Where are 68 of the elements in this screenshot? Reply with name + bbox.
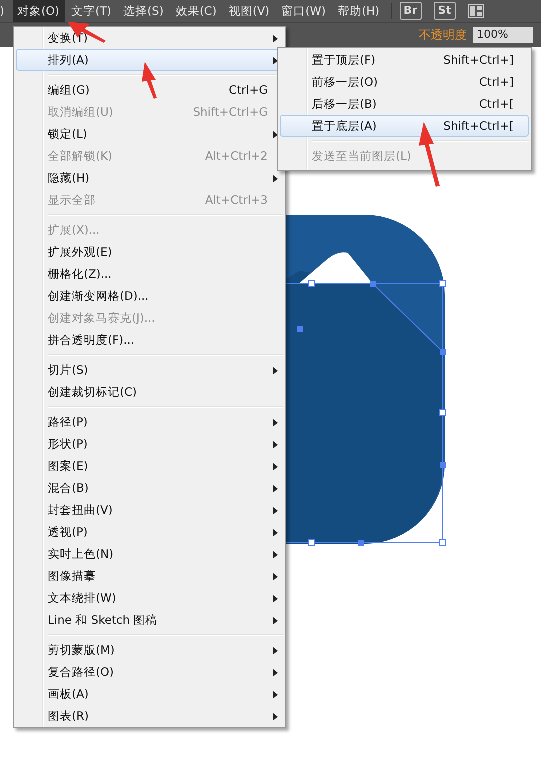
submenu-arrow-icon xyxy=(273,367,278,375)
menu-item[interactable]: 实时上色(N) xyxy=(16,543,283,565)
menu-title[interactable]: 视图(V) xyxy=(224,0,275,22)
menu-item[interactable]: 透视(P) xyxy=(16,521,283,543)
menu-title[interactable]: 文字(T) xyxy=(66,0,117,22)
submenu-arrow-icon xyxy=(273,647,278,655)
submenu-arrow-icon xyxy=(273,131,278,139)
submenu-arrow-icon xyxy=(273,669,278,677)
menu-item[interactable]: 图像描摹 xyxy=(16,565,283,587)
menu-item[interactable]: 隐藏(H) xyxy=(16,167,283,189)
menu-title[interactable]: 对象(O) xyxy=(12,0,65,22)
shortcut-text: Shift+Ctrl+] xyxy=(444,53,514,67)
submenu-arrow-icon xyxy=(273,35,278,43)
submenu-arrow-icon xyxy=(273,441,278,449)
menu-item[interactable]: 置于顶层(F) Shift+Ctrl+] xyxy=(280,49,529,71)
submenu-arrow-icon xyxy=(273,529,278,537)
menu-title[interactable]: 效果(C) xyxy=(170,0,222,22)
arrow-annotation xyxy=(419,122,441,188)
menu-title[interactable]: 帮助(H) xyxy=(333,0,385,22)
menu-item[interactable]: 扩展外观(E) xyxy=(16,241,283,263)
menu-item[interactable]: 封套扭曲(V) xyxy=(16,499,283,521)
menu-item[interactable]: 创建渐变网格(D)... xyxy=(16,285,283,307)
menu-item[interactable]: 图表(R) xyxy=(16,705,283,727)
shortcut-text: Alt+Ctrl+2 xyxy=(205,149,268,163)
menu-item[interactable]: 后移一层(B) Ctrl+[ xyxy=(280,93,529,115)
layout-icon[interactable] xyxy=(468,4,484,18)
app-button[interactable]: St xyxy=(434,2,456,20)
menu-item[interactable]: 锁定(L) xyxy=(16,123,283,145)
submenu-arrow-icon xyxy=(273,691,278,699)
menu-item[interactable]: 拼合透明度(F)... xyxy=(16,329,283,351)
submenu-arrow-icon xyxy=(273,507,278,515)
shortcut-text: Ctrl+[ xyxy=(479,97,514,111)
menu-item[interactable]: 复合路径(O) xyxy=(16,661,283,683)
menu-item[interactable]: 剪切蒙版(M) xyxy=(16,639,283,661)
shortcut-text: Shift+Ctrl+G xyxy=(193,105,268,119)
menu-item[interactable]: Line 和 Sketch 图稿 xyxy=(16,609,283,631)
arrow-annotation xyxy=(142,62,158,100)
submenu-arrow-icon xyxy=(273,551,278,559)
menu-item[interactable]: 文本绕排(W) xyxy=(16,587,283,609)
menu-title[interactable]: 窗口(W) xyxy=(276,0,332,22)
shortcut-text: Alt+Ctrl+3 xyxy=(205,193,268,207)
shortcut-text: Ctrl+G xyxy=(228,83,268,97)
opacity-field[interactable]: 100% xyxy=(473,27,533,43)
menu-item[interactable]: 创建裁切标记(C) xyxy=(16,381,283,403)
shortcut-text: Ctrl+] xyxy=(479,75,514,89)
menu-item[interactable]: 前移一层(O) Ctrl+] xyxy=(280,71,529,93)
menu-item[interactable]: 画板(A) xyxy=(16,683,283,705)
submenu-arrow-icon xyxy=(273,617,278,625)
menu-item[interactable]: 形状(P) xyxy=(16,433,283,455)
submenu-arrow-icon xyxy=(273,57,278,65)
submenu-arrow-icon xyxy=(273,713,278,721)
menu-item[interactable]: 置于底层(A) Shift+Ctrl+[ xyxy=(280,115,529,137)
submenu-arrow-icon xyxy=(273,485,278,493)
menu-item[interactable]: 路径(P) xyxy=(16,411,283,433)
opacity-label: 不透明度 xyxy=(419,26,467,44)
submenu-arrow-icon xyxy=(273,463,278,471)
submenu-arrow-icon xyxy=(273,419,278,427)
submenu-arrow-icon xyxy=(273,175,278,183)
submenu-arrow-icon xyxy=(273,573,278,581)
menu-item[interactable]: 切片(S) xyxy=(16,359,283,381)
menu-item[interactable]: 图案(E) xyxy=(16,455,283,477)
app-button[interactable]: Br xyxy=(400,2,422,20)
menu-title[interactable]: ) xyxy=(0,0,10,22)
menu-item[interactable]: 栅格化(Z)... xyxy=(16,263,283,285)
submenu-arrow-icon xyxy=(273,595,278,603)
menu-title[interactable]: 选择(S) xyxy=(118,0,169,22)
menu-item[interactable]: 混合(B) xyxy=(16,477,283,499)
shortcut-text: Shift+Ctrl+[ xyxy=(444,119,514,133)
